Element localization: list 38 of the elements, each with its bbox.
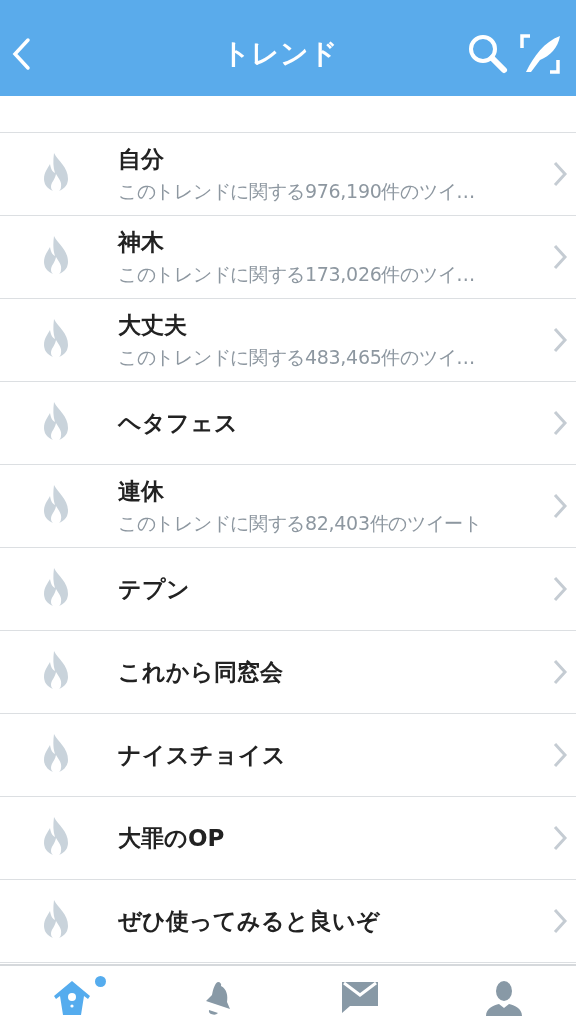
birdhouse-icon — [52, 980, 92, 1016]
chevron-icon — [552, 575, 568, 603]
trend-name: 神木 — [118, 227, 165, 257]
trend-name: これから同窓会 — [118, 657, 284, 687]
tweet-count: このトレンドに関する483,465件のツイ… — [118, 344, 476, 370]
trend-row[interactable]: ヘタフェス — [0, 382, 576, 465]
chevron-icon — [552, 243, 568, 271]
chevron-icon — [552, 160, 568, 188]
trend-row[interactable]: 自分 このトレンドに関する976,190件のツイ… — [0, 133, 576, 216]
chevron-icon — [552, 741, 568, 769]
trend-row[interactable]: テプン — [0, 548, 576, 631]
person-icon — [484, 980, 524, 1016]
envelope-icon — [340, 980, 380, 1016]
chevron-icon — [552, 492, 568, 520]
trend-row[interactable]: ナイスチョイス — [0, 714, 576, 797]
chevron-icon — [552, 658, 568, 686]
trend-name: ナイスチョイス — [118, 740, 287, 770]
trend-row[interactable]: 連休 このトレンドに関する82,403件のツイート — [0, 465, 576, 548]
trend-name: 大丈夫 — [118, 310, 188, 340]
tweet-count: このトレンドに関する976,190件のツイ… — [118, 178, 476, 204]
chevron-icon — [552, 326, 568, 354]
trend-name: テプン — [118, 574, 191, 604]
tweet-count: このトレンドに関する173,026件のツイ… — [118, 261, 476, 287]
chevron-icon — [552, 824, 568, 852]
tweet-count: このトレンドに関する82,403件のツイート — [118, 510, 483, 536]
trend-row[interactable]: 大丈夫 このトレンドに関する483,465件のツイ… — [0, 299, 576, 382]
trend-row[interactable]: 大罪のOP — [0, 797, 576, 880]
chevron-icon — [552, 409, 568, 437]
trend-row[interactable]: これから同窓会 — [0, 631, 576, 714]
trend-row[interactable]: 神木 このトレンドに関する173,026件のツイ… — [0, 216, 576, 299]
trend-name: ぜひ使ってみると良いぞ — [118, 906, 381, 936]
page-title: トレンド — [221, 36, 339, 72]
trend-name: 自分 — [118, 144, 165, 174]
trend-row[interactable]: ぜひ使ってみると良いぞ — [0, 880, 576, 963]
trend-name: ヘタフェス — [118, 408, 239, 438]
trend-name: 大罪のOP — [118, 823, 226, 853]
trend-name: 連休 — [118, 476, 165, 506]
chevron-icon — [552, 907, 568, 935]
